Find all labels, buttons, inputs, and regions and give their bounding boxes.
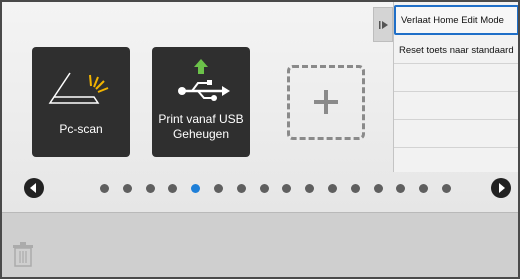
page-dot[interactable]	[259, 184, 269, 193]
exit-home-edit-mode-item[interactable]: Verlaat Home Edit Mode	[394, 5, 518, 35]
chevron-right-icon	[499, 183, 505, 193]
page-dot[interactable]	[419, 184, 429, 193]
panel-collapse-tab[interactable]	[373, 7, 393, 42]
bottom-bar	[2, 212, 518, 277]
page-dot[interactable]	[168, 184, 178, 193]
page-dot[interactable]	[145, 184, 155, 193]
exit-home-edit-mode-label: Verlaat Home Edit Mode	[401, 15, 504, 26]
page-dot[interactable]	[442, 184, 451, 193]
trash-icon[interactable]	[12, 242, 34, 268]
page-dot[interactable]	[396, 184, 406, 193]
page-dot[interactable]	[100, 184, 109, 193]
page-dot-active[interactable]	[191, 184, 201, 193]
chevron-left-icon	[30, 183, 36, 193]
scanner-icon	[48, 72, 109, 104]
plus-icon	[314, 90, 338, 114]
reset-keys-to-default-item[interactable]: Reset toets naar standaard	[394, 37, 518, 64]
page-dot[interactable]	[214, 184, 223, 193]
page-indicator	[100, 184, 451, 194]
side-menu-panel: Verlaat Home Edit Mode Reset toets naar …	[393, 2, 518, 172]
collapse-arrow-icon	[379, 21, 388, 29]
page-dot[interactable]	[305, 184, 315, 193]
menu-empty-slot	[394, 120, 518, 148]
pc-scan-label: Pc-scan	[59, 122, 103, 136]
page-dot[interactable]	[282, 184, 292, 193]
print-from-usb-label: Print vanaf USB Geheugen	[158, 112, 244, 141]
add-shortcut-tile[interactable]	[287, 65, 365, 140]
reset-keys-to-default-label: Reset toets naar standaard	[399, 45, 514, 56]
page-dot[interactable]	[122, 184, 132, 193]
menu-empty-slot	[394, 92, 518, 120]
page-dot[interactable]	[350, 184, 360, 193]
page-dot[interactable]	[373, 184, 383, 193]
page-dot[interactable]	[236, 184, 246, 193]
print-from-usb-tile[interactable]: Print vanaf USB Geheugen	[152, 47, 250, 157]
pc-scan-tile[interactable]: Pc-scan	[32, 47, 130, 157]
usb-print-icon	[178, 59, 230, 101]
menu-empty-slot	[394, 148, 518, 176]
previous-page-button[interactable]	[24, 178, 44, 198]
home-screen: Pc-scan Print vanaf USB Geheugen Verlaat…	[0, 0, 520, 279]
page-dot[interactable]	[328, 184, 337, 193]
next-page-button[interactable]	[491, 178, 511, 198]
menu-empty-slot	[394, 64, 518, 92]
